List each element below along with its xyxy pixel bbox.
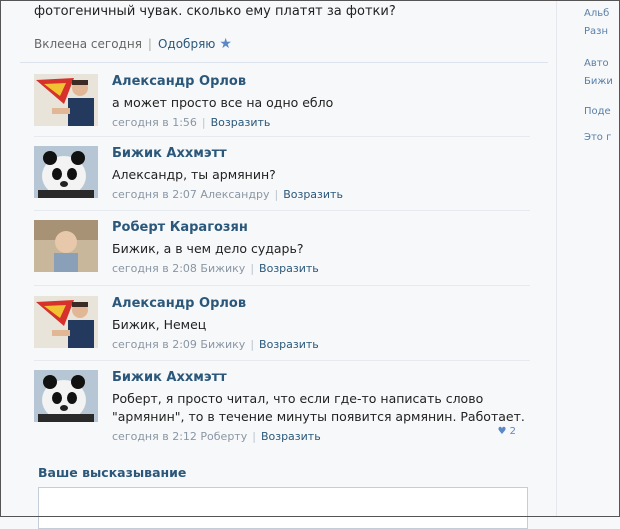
screen-frame — [0, 0, 620, 517]
